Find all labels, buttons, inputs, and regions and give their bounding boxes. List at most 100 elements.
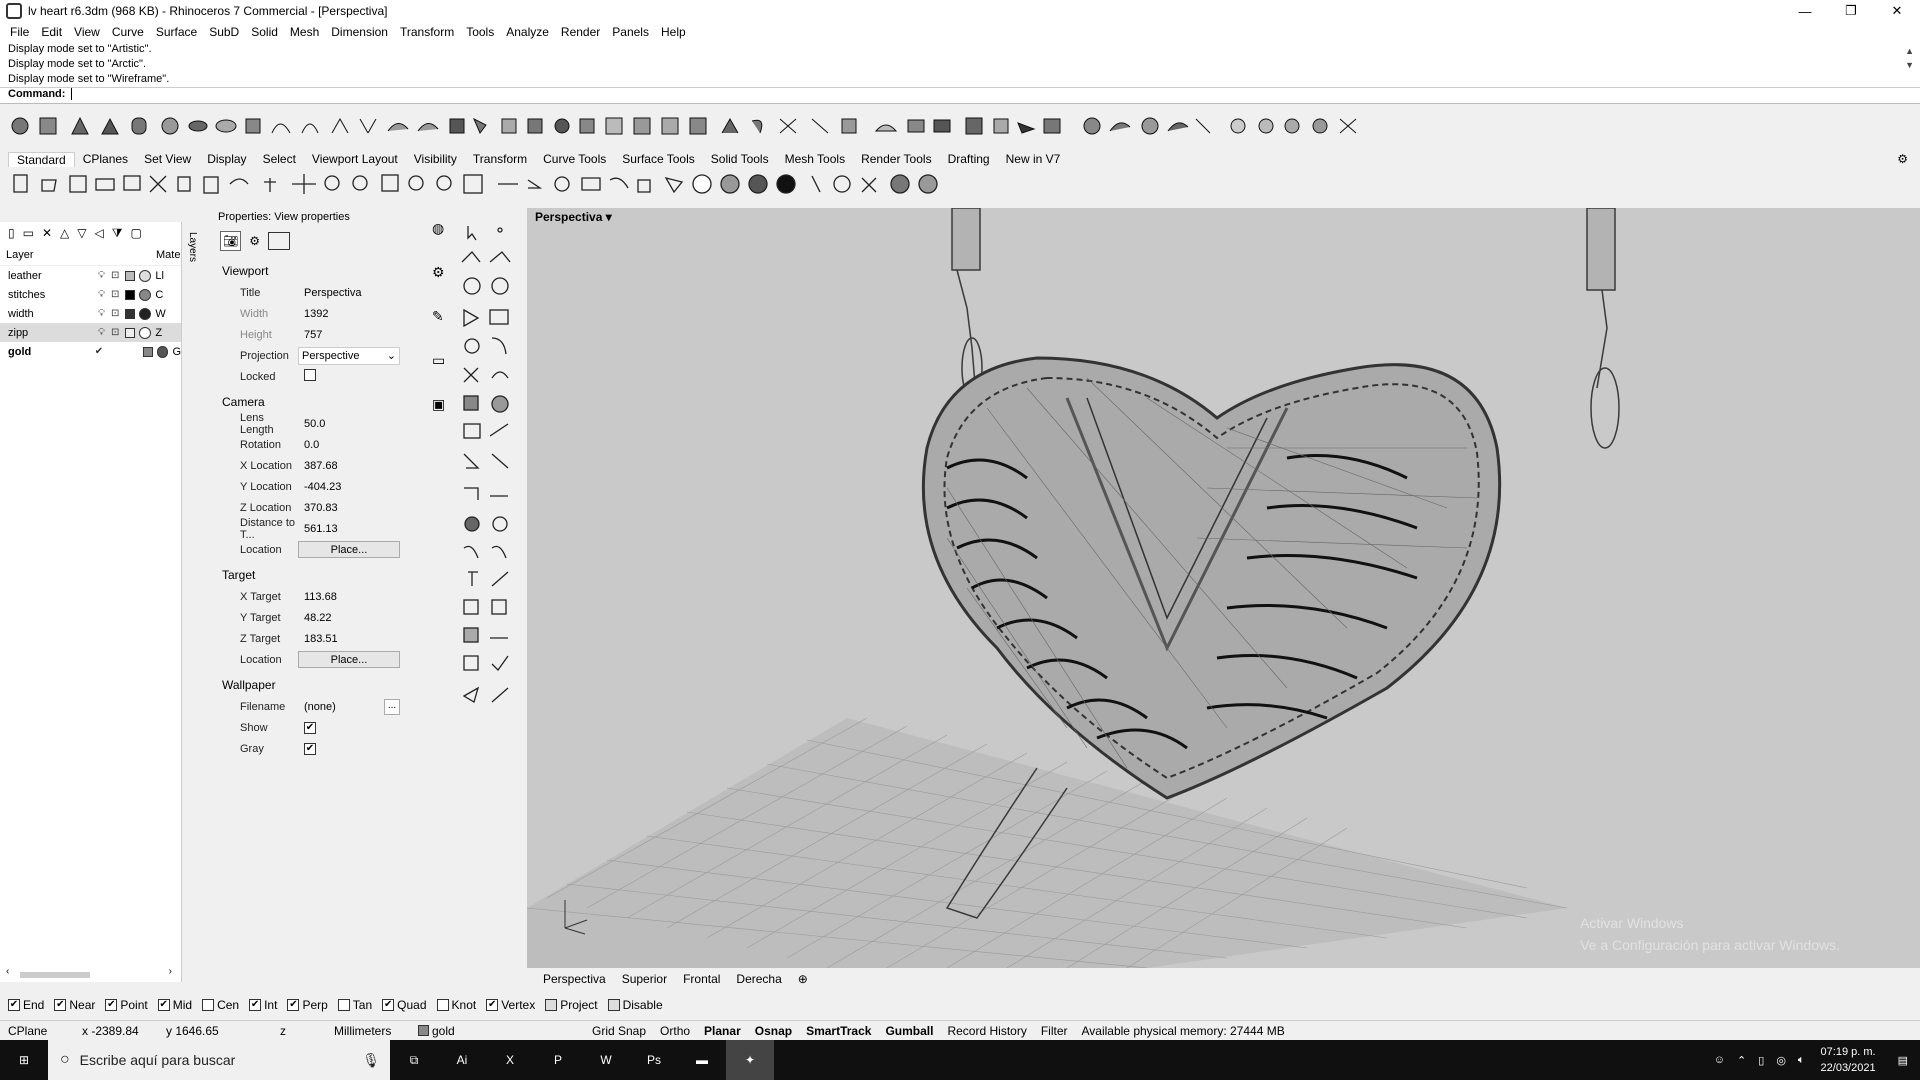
gumball-toggle[interactable]: Gumball [885,1024,933,1038]
restore-button[interactable]: ❐ [1828,0,1874,22]
tab-select[interactable]: Select [255,152,304,166]
microphone-icon[interactable]: 🎙︎ [362,1052,380,1069]
osnap-checkbox[interactable] [436,999,449,1011]
minimize-button[interactable]: — [1782,0,1828,22]
osnap-disable[interactable]: Disable [607,998,663,1012]
layer-color-swatch[interactable] [125,270,136,281]
menu-view[interactable]: View [68,25,106,39]
scroll-down-icon[interactable]: ▼ [1905,58,1914,73]
layer-row-current[interactable]: gold ✔ G [0,342,181,361]
menu-tools[interactable]: Tools [460,25,500,39]
render-icon[interactable]: ⚙ [249,234,260,248]
title-field[interactable]: Perspectiva [298,287,398,299]
tab-standard[interactable]: Standard [8,151,75,167]
layer-color-swatch[interactable] [125,327,136,338]
distance-field[interactable]: 561.13 [298,523,398,535]
layer-row[interactable]: width 💡︎ ⊡ W [0,304,181,323]
osnap-quad[interactable]: ✔ Quad [382,998,427,1012]
tab-derecha[interactable]: Derecha [728,972,789,986]
move-left-icon[interactable]: ◁ [94,226,103,240]
layer-row[interactable]: stitches 💡︎ ⊡ C [0,285,181,304]
layer-color-swatch[interactable] [125,289,136,300]
move-up-icon[interactable]: △ [60,226,69,240]
tab-cplanes[interactable]: CPlanes [75,152,136,166]
tab-surface-tools[interactable]: Surface Tools [614,152,703,166]
osnap-toggle[interactable]: Osnap [755,1024,792,1038]
material-column-header[interactable]: Mate [156,249,180,261]
tab-viewport-layout[interactable]: Viewport Layout [304,152,406,166]
osnap-checkbox[interactable] [337,999,350,1011]
tab-transform[interactable]: Transform [465,152,535,166]
tab-drafting[interactable]: Drafting [940,152,998,166]
lock-icon[interactable]: ⊡ [111,308,119,319]
osnap-tan[interactable]: Tan [337,998,372,1012]
menu-mesh[interactable]: Mesh [284,25,325,39]
tab-new-in-v7[interactable]: New in V7 [998,152,1069,166]
lens-length-field[interactable]: 50.0 [298,418,398,430]
command-history[interactable]: Display mode set to "Artistic". Display … [0,42,1920,88]
tab-display[interactable]: Display [199,152,254,166]
bulb-icon[interactable]: 💡︎ [98,308,105,319]
battery-icon[interactable]: ▯ [1758,1054,1764,1067]
osnap-knot[interactable]: Knot [436,998,476,1012]
units-label[interactable]: Millimeters [334,1024,404,1038]
menu-analyze[interactable]: Analyze [500,25,555,39]
lock-icon[interactable]: ⊡ [111,327,119,338]
osnap-checkbox[interactable]: ✔ [486,999,499,1011]
options-icon[interactable]: ▢ [130,226,141,240]
menu-solid[interactable]: Solid [245,25,284,39]
taskbar-search[interactable]: ○ Escribe aquí para buscar 🎙︎ [48,1040,390,1080]
menu-render[interactable]: Render [555,25,606,39]
y-target-field[interactable]: 48.22 [298,612,398,624]
menu-subd[interactable]: SubD [203,25,245,39]
ortho-toggle[interactable]: Ortho [660,1024,690,1038]
volume-icon[interactable]: 🔈︎ [1798,1054,1805,1067]
osnap-checkbox[interactable]: ✔ [287,999,300,1011]
z-location-field[interactable]: 370.83 [298,502,398,514]
osnap-point[interactable]: ✔ Point [105,998,148,1012]
toolbar-icon-strip[interactable] [10,115,1370,137]
browse-button[interactable]: ... [384,698,400,715]
bulb-icon[interactable]: 💡︎ [98,270,105,281]
delete-layer-icon[interactable]: ✕ [42,226,52,240]
menu-panels[interactable]: Panels [606,25,655,39]
tab-mesh-tools[interactable]: Mesh Tools [777,152,853,166]
smarttrack-toggle[interactable]: SmartTrack [806,1024,871,1038]
gear-icon[interactable]: ⚙ [1889,152,1916,166]
chevron-up-icon[interactable]: ⌃ [1737,1054,1746,1067]
windows-start-icon[interactable]: ⊞ [0,1040,48,1080]
folder-icon[interactable]: ▭ [432,352,452,396]
tab-curve-tools[interactable]: Curve Tools [535,152,614,166]
tab-frontal[interactable]: Frontal [675,972,728,986]
osnap-near[interactable]: ✔ Near [54,998,95,1012]
layer-color-swatch[interactable] [125,308,136,319]
material-ball-icon[interactable] [139,307,152,320]
layer-color-swatch[interactable] [143,346,153,357]
excel-icon[interactable]: X [486,1040,534,1080]
menu-curve[interactable]: Curve [106,25,150,39]
target-place-button[interactable]: Place... [298,651,400,668]
tab-perspectiva[interactable]: Perspectiva [535,972,614,986]
x-target-field[interactable]: 113.68 [298,591,398,603]
layer-column-header[interactable]: Layer [6,249,156,261]
perspective-viewport[interactable]: Perspectiva ▾ Activar Windows Ve a Confi… [527,208,1920,968]
standard-icon-strip[interactable] [10,172,940,196]
osnap-checkbox[interactable] [545,999,558,1011]
scroll-right-icon[interactable]: › [169,966,172,977]
powerpoint-icon[interactable]: P [534,1040,582,1080]
clock[interactable]: 07:19 p. m. 22/03/2021 [1811,1044,1886,1076]
tab-set-view[interactable]: Set View [136,152,199,166]
horizontal-scrollbar[interactable]: ‹ › [6,966,176,980]
osnap-end[interactable]: ✔ End [8,998,44,1012]
tab-superior[interactable]: Superior [614,972,675,986]
osnap-checkbox[interactable] [607,999,620,1011]
layer-row-selected[interactable]: zipp 💡︎ ⊡ Z [0,323,181,342]
projection-select[interactable]: Perspective ⌄ [298,346,400,365]
scroll-up-icon[interactable]: ▲ [1905,44,1914,59]
x-location-field[interactable]: 387.68 [298,460,398,472]
command-line[interactable]: Command: [0,88,1920,104]
illustrator-icon[interactable]: Ai [438,1040,486,1080]
display-icon[interactable] [268,232,290,250]
lock-icon[interactable]: ⊡ [111,289,119,300]
osnap-project[interactable]: Project [545,998,598,1012]
